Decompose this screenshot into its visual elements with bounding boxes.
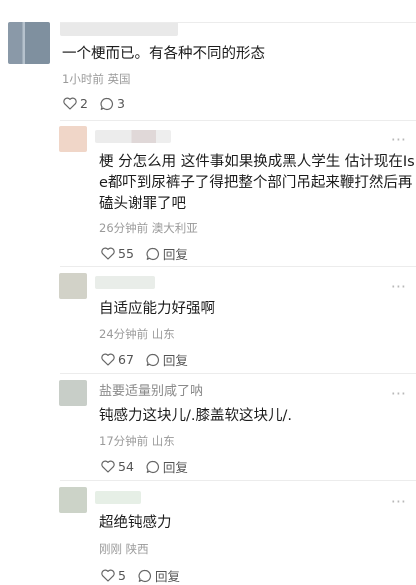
comment-count: 3: [116, 96, 125, 111]
reply-actions: 67 回复: [101, 350, 200, 369]
comment-bubble-icon: [100, 97, 113, 110]
avatar[interactable]: [8, 22, 50, 64]
comment-text: 一个梗而已。有各种不同的形态: [62, 46, 265, 62]
reply-text-line: 磕头谢罪了吧: [99, 196, 186, 212]
divider: [60, 120, 416, 121]
comment-bubble-icon: [138, 569, 151, 582]
divider: [60, 480, 416, 481]
like-button[interactable]: 5: [101, 568, 126, 583]
more-options-icon[interactable]: ···: [391, 494, 406, 510]
username-placeholder[interactable]: [95, 276, 155, 289]
divider: [60, 22, 416, 23]
divider: [60, 266, 416, 267]
reply-location: 山东: [151, 434, 175, 448]
reply-text-line: e都吓到尿裤子了得把整个部门吊起来鞭打然后再: [99, 175, 413, 191]
username-placeholder[interactable]: [95, 491, 141, 504]
reply-meta: 刚刚 陕西: [99, 541, 149, 557]
reply-actions: 54 回复: [101, 457, 200, 476]
heart-icon: [101, 247, 115, 260]
reply-text-line: 梗 分怎么用 这件事如果换成黑人学生 估计现在Is: [99, 154, 415, 170]
reply-location: 山东: [151, 327, 175, 341]
heart-icon: [63, 97, 77, 110]
username-placeholder[interactable]: [95, 130, 171, 143]
reply-time: 刚刚: [99, 542, 122, 556]
like-button[interactable]: 2: [63, 96, 88, 111]
heart-icon: [101, 460, 115, 473]
reply-location: 澳大利亚: [151, 221, 198, 235]
reply-time: 26分钟前: [99, 221, 149, 235]
avatar[interactable]: [59, 273, 87, 299]
like-count: 67: [118, 352, 134, 367]
reply-button[interactable]: 回复: [146, 457, 188, 476]
comment-meta: 1小时前 英国: [62, 71, 130, 87]
avatar[interactable]: [59, 126, 87, 152]
reply-meta: 17分钟前 山东: [99, 433, 175, 449]
heart-icon: [101, 353, 115, 366]
heart-icon: [101, 569, 115, 582]
avatar[interactable]: [59, 487, 87, 513]
reply-button[interactable]: 回复: [146, 244, 188, 263]
divider: [60, 373, 416, 374]
reply-meta: 24分钟前 山东: [99, 326, 175, 342]
comment-button[interactable]: 3: [100, 96, 125, 111]
reply-location: 陕西: [125, 542, 149, 556]
reply-text: 钝感力这块儿/.膝盖软这块儿/.: [99, 408, 292, 424]
like-button[interactable]: 67: [101, 352, 134, 367]
username-placeholder[interactable]: [60, 22, 178, 36]
reply-label: 回复: [162, 353, 188, 368]
more-options-icon[interactable]: ···: [391, 132, 406, 148]
reply-button[interactable]: 回复: [146, 350, 188, 369]
reply-label: 回复: [162, 247, 188, 262]
comment-time: 1小时前: [62, 72, 104, 86]
more-options-icon[interactable]: ···: [391, 386, 406, 402]
reply-meta: 26分钟前 澳大利亚: [99, 220, 198, 236]
like-count: 54: [118, 459, 134, 474]
reply-button[interactable]: 回复: [138, 566, 180, 585]
like-count: 2: [80, 96, 88, 111]
reply-actions: 5 回复: [101, 566, 192, 585]
comment-bubble-icon: [146, 460, 159, 473]
comment-bubble-icon: [146, 353, 159, 366]
avatar[interactable]: [59, 380, 87, 406]
reply-label: 回复: [154, 569, 180, 584]
like-button[interactable]: 55: [101, 246, 134, 261]
comment-location: 英国: [107, 72, 131, 86]
comment-actions: 2 3: [63, 96, 137, 111]
reply-label: 回复: [162, 460, 188, 475]
like-count: 55: [118, 246, 134, 261]
reply-username[interactable]: 盐要适量别咸了呐: [99, 383, 203, 401]
comment-bubble-icon: [146, 247, 159, 260]
reply-time: 24分钟前: [99, 327, 149, 341]
more-options-icon[interactable]: ···: [391, 279, 406, 295]
reply-time: 17分钟前: [99, 434, 149, 448]
reply-text: 自适应能力好强啊: [99, 301, 215, 317]
reply-text: 超绝钝感力: [99, 515, 172, 531]
reply-actions: 55 回复: [101, 244, 200, 263]
like-button[interactable]: 54: [101, 459, 134, 474]
like-count: 5: [118, 568, 126, 583]
